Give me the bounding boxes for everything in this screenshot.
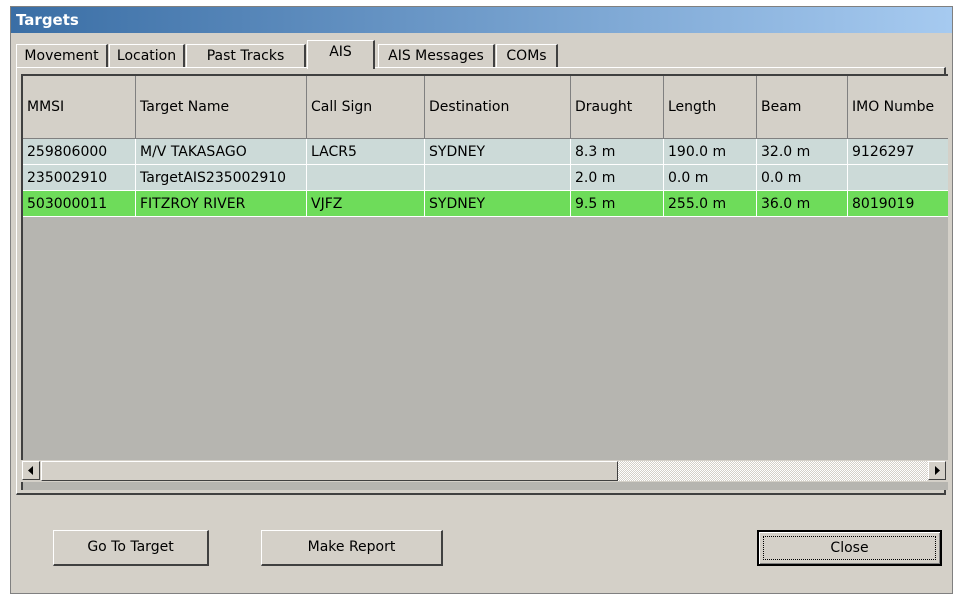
cell-target-name: FITZROY RIVER [136, 191, 307, 217]
cell-length: 190.0 m [664, 139, 757, 165]
cell-mmsi: 503000011 [23, 191, 136, 217]
cell-beam: 36.0 m [757, 191, 848, 217]
table-row[interactable]: 259806000 M/V TAKASAGO LACR5 SYDNEY 8.3 … [23, 139, 948, 165]
cell-draught: 8.3 m [571, 139, 664, 165]
cell-beam: 32.0 m [757, 139, 848, 165]
table-row-selected[interactable]: 503000011 FITZROY RIVER VJFZ SYDNEY 9.5 … [23, 191, 948, 217]
column-header-call-sign[interactable]: Call Sign [307, 76, 425, 139]
cell-target-name: TargetAIS235002910 [136, 165, 307, 191]
cell-call-sign: VJFZ [307, 191, 425, 217]
horizontal-scrollbar[interactable] [21, 460, 948, 482]
column-header-target-name[interactable]: Target Name [136, 76, 307, 139]
arrow-left-icon [28, 466, 33, 475]
scroll-right-button[interactable] [928, 461, 946, 480]
column-header-destination[interactable]: Destination [425, 76, 571, 139]
tab-coms[interactable]: COMs [496, 44, 558, 68]
arrow-right-icon [935, 466, 940, 475]
cell-draught: 9.5 m [571, 191, 664, 217]
go-to-target-button[interactable]: Go To Target [53, 530, 209, 566]
cell-length: 255.0 m [664, 191, 757, 217]
tab-ais[interactable]: AIS [307, 40, 375, 69]
tab-movement[interactable]: Movement [16, 44, 108, 68]
cell-call-sign: LACR5 [307, 139, 425, 165]
column-header-beam[interactable]: Beam [757, 76, 848, 139]
window-title: Targets [11, 7, 952, 33]
column-header-imo-number[interactable]: IMO Numbe [848, 76, 948, 139]
close-button[interactable]: Close [757, 530, 942, 566]
tab-past-tracks[interactable]: Past Tracks [186, 44, 306, 68]
cell-destination [425, 165, 571, 191]
column-header-length[interactable]: Length [664, 76, 757, 139]
ais-targets-table[interactable]: MMSI Target Name Call Sign Destination D… [21, 74, 948, 490]
cell-mmsi: 235002910 [23, 165, 136, 191]
scrollbar-thumb[interactable] [41, 461, 618, 481]
cell-length: 0.0 m [664, 165, 757, 191]
cell-target-name: M/V TAKASAGO [136, 139, 307, 165]
table-row[interactable]: 235002910 TargetAIS235002910 2.0 m 0.0 m… [23, 165, 948, 191]
make-report-button[interactable]: Make Report [261, 530, 443, 566]
tab-ais-messages[interactable]: AIS Messages [378, 44, 495, 68]
cell-beam: 0.0 m [757, 165, 848, 191]
cell-destination: SYDNEY [425, 191, 571, 217]
cell-call-sign [307, 165, 425, 191]
tab-location[interactable]: Location [109, 44, 185, 68]
cell-mmsi: 259806000 [23, 139, 136, 165]
cell-imo-number: 8019019 [848, 191, 948, 217]
cell-destination: SYDNEY [425, 139, 571, 165]
cell-imo-number [848, 165, 948, 191]
scrollbar-track[interactable] [618, 461, 928, 481]
cell-draught: 2.0 m [571, 165, 664, 191]
focus-rectangle [763, 536, 936, 560]
scroll-left-button[interactable] [22, 461, 40, 480]
cell-imo-number: 9126297 [848, 139, 948, 165]
column-header-mmsi[interactable]: MMSI [23, 76, 136, 139]
column-header-draught[interactable]: Draught [571, 76, 664, 139]
